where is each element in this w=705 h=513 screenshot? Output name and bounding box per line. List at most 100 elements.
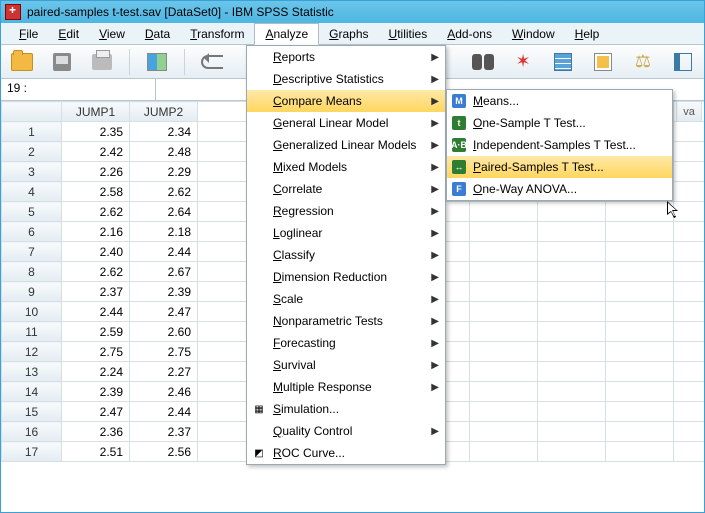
data-cell-empty[interactable] — [470, 402, 538, 422]
data-cell-empty[interactable] — [606, 442, 674, 462]
menu-edit[interactable]: Edit — [48, 24, 89, 44]
data-cell-empty[interactable] — [674, 342, 705, 362]
row-header[interactable]: 10 — [2, 302, 62, 322]
variables-button[interactable] — [142, 49, 172, 75]
menu-item-compare-means[interactable]: Compare Means▶ — [247, 90, 445, 112]
data-cell[interactable]: 2.29 — [130, 162, 198, 182]
data-cell-empty[interactable] — [470, 222, 538, 242]
menu-help[interactable]: Help — [565, 24, 610, 44]
data-cell-empty[interactable] — [606, 222, 674, 242]
data-cell[interactable]: 2.39 — [130, 282, 198, 302]
menu-item-dimension-reduction[interactable]: Dimension Reduction▶ — [247, 266, 445, 288]
compare-means-submenu[interactable]: MMeans...tOne-Sample T Test...A·BIndepen… — [446, 89, 673, 201]
data-cell[interactable]: 2.16 — [62, 222, 130, 242]
data-cell[interactable]: 2.44 — [62, 302, 130, 322]
data-cell[interactable]: 2.40 — [62, 242, 130, 262]
data-cell[interactable]: 2.58 — [62, 182, 130, 202]
menu-item-paired-samples-t-test[interactable]: ↔Paired-Samples T Test... — [447, 156, 672, 178]
menu-add-ons[interactable]: Add-ons — [437, 24, 502, 44]
row-header[interactable]: 14 — [2, 382, 62, 402]
data-cell-empty[interactable] — [538, 442, 606, 462]
data-cell-empty[interactable] — [674, 382, 705, 402]
data-cell-empty[interactable] — [470, 342, 538, 362]
row-header[interactable]: 15 — [2, 402, 62, 422]
menu-utilities[interactable]: Utilities — [379, 24, 438, 44]
row-header[interactable]: 7 — [2, 242, 62, 262]
data-cell-empty[interactable] — [674, 442, 705, 462]
data-cell-empty[interactable] — [470, 282, 538, 302]
row-header[interactable]: 1 — [2, 122, 62, 142]
row-header[interactable]: 16 — [2, 422, 62, 442]
data-cell[interactable]: 2.51 — [62, 442, 130, 462]
row-header[interactable]: 5 — [2, 202, 62, 222]
insert-variable-button[interactable] — [588, 49, 618, 75]
row-header[interactable]: 2 — [2, 142, 62, 162]
goto-case-button[interactable]: ✶ — [508, 49, 538, 75]
data-cell-empty[interactable] — [606, 202, 674, 222]
data-cell-empty[interactable] — [674, 142, 705, 162]
data-cell-empty[interactable] — [606, 322, 674, 342]
data-cell-empty[interactable] — [538, 342, 606, 362]
row-header[interactable]: 11 — [2, 322, 62, 342]
menu-transform[interactable]: Transform — [180, 24, 254, 44]
data-cell-empty[interactable] — [606, 362, 674, 382]
data-cell-empty[interactable] — [470, 442, 538, 462]
analyze-menu[interactable]: Reports▶Descriptive Statistics▶Compare M… — [246, 45, 446, 465]
data-cell-empty[interactable] — [674, 282, 705, 302]
data-cell[interactable]: 2.56 — [130, 442, 198, 462]
data-cell-empty[interactable] — [470, 262, 538, 282]
weight-button[interactable]: ⚖ — [628, 49, 658, 75]
data-cell[interactable]: 2.18 — [130, 222, 198, 242]
menu-window[interactable]: Window — [502, 24, 565, 44]
data-cell[interactable]: 2.47 — [130, 302, 198, 322]
data-cell-empty[interactable] — [470, 322, 538, 342]
menu-item-loglinear[interactable]: Loglinear▶ — [247, 222, 445, 244]
data-cell-empty[interactable] — [538, 382, 606, 402]
data-cell-empty[interactable] — [606, 302, 674, 322]
data-cell-empty[interactable] — [538, 282, 606, 302]
data-cell[interactable]: 2.34 — [130, 122, 198, 142]
data-cell-empty[interactable] — [674, 122, 705, 142]
row-header[interactable]: 8 — [2, 262, 62, 282]
menu-item-classify[interactable]: Classify▶ — [247, 244, 445, 266]
data-cell-empty[interactable] — [674, 242, 705, 262]
data-cell[interactable]: 2.42 — [62, 142, 130, 162]
menu-item-generalized-linear-models[interactable]: Generalized Linear Models▶ — [247, 134, 445, 156]
menu-item-scale[interactable]: Scale▶ — [247, 288, 445, 310]
row-header[interactable]: 3 — [2, 162, 62, 182]
data-cell-empty[interactable] — [674, 402, 705, 422]
row-header[interactable]: 13 — [2, 362, 62, 382]
data-cell-empty[interactable] — [538, 322, 606, 342]
data-cell[interactable]: 2.60 — [130, 322, 198, 342]
print-button[interactable] — [87, 49, 117, 75]
data-cell[interactable]: 2.67 — [130, 262, 198, 282]
data-cell[interactable]: 2.36 — [62, 422, 130, 442]
menu-item-survival[interactable]: Survival▶ — [247, 354, 445, 376]
data-cell-empty[interactable] — [538, 222, 606, 242]
data-cell-empty[interactable] — [674, 262, 705, 282]
column-header[interactable]: JUMP1 — [62, 102, 130, 122]
row-header[interactable]: 9 — [2, 282, 62, 302]
menu-item-roc-curve[interactable]: ◩ROC Curve... — [247, 442, 445, 464]
data-cell-empty[interactable] — [470, 362, 538, 382]
data-cell[interactable]: 2.47 — [62, 402, 130, 422]
menu-item-quality-control[interactable]: Quality Control▶ — [247, 420, 445, 442]
data-cell-empty[interactable] — [470, 382, 538, 402]
data-cell[interactable]: 2.62 — [62, 202, 130, 222]
data-cell[interactable]: 2.27 — [130, 362, 198, 382]
data-cell[interactable]: 2.64 — [130, 202, 198, 222]
menu-item-general-linear-model[interactable]: General Linear Model▶ — [247, 112, 445, 134]
data-cell-empty[interactable] — [538, 402, 606, 422]
menu-item-nonparametric-tests[interactable]: Nonparametric Tests▶ — [247, 310, 445, 332]
data-cell[interactable]: 2.75 — [130, 342, 198, 362]
data-cell[interactable]: 2.24 — [62, 362, 130, 382]
data-cell[interactable]: 2.26 — [62, 162, 130, 182]
data-cell[interactable]: 2.59 — [62, 322, 130, 342]
data-cell[interactable]: 2.48 — [130, 142, 198, 162]
menu-view[interactable]: View — [89, 24, 135, 44]
menu-item-multiple-response[interactable]: Multiple Response▶ — [247, 376, 445, 398]
chart-button[interactable] — [668, 49, 698, 75]
data-cell-empty[interactable] — [606, 342, 674, 362]
data-cell-empty[interactable] — [674, 302, 705, 322]
data-cell[interactable]: 2.44 — [130, 242, 198, 262]
